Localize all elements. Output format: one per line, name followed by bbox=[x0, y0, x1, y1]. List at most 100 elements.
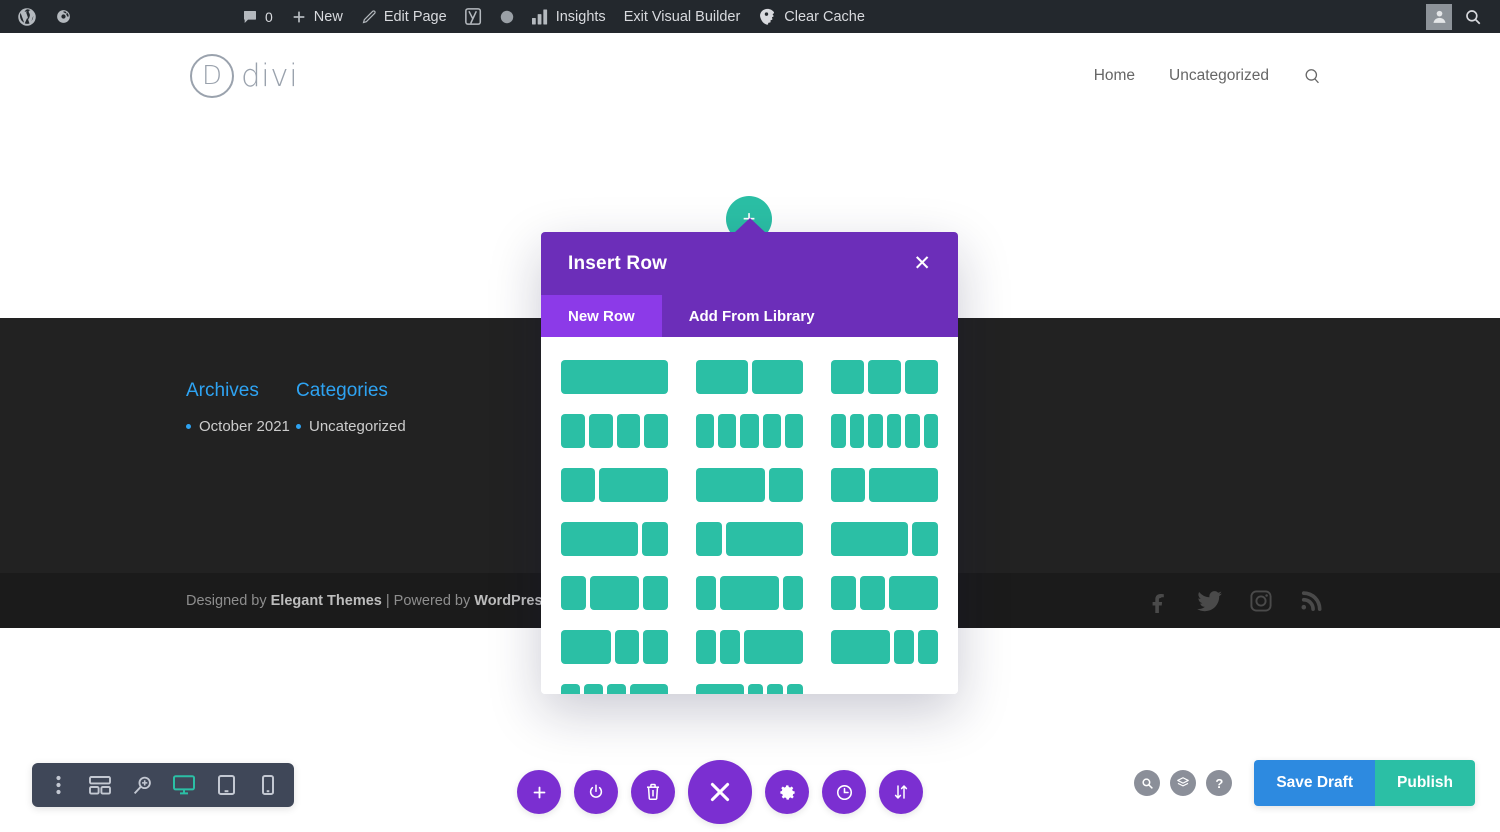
clear-cache-menu[interactable]: Clear Cache bbox=[749, 0, 874, 33]
layout-option-5-columns-equal[interactable] bbox=[696, 414, 804, 448]
publish-button[interactable]: Publish bbox=[1375, 760, 1475, 806]
logo-wordmark: divi bbox=[241, 58, 299, 94]
widget-archives-title[interactable]: Archives bbox=[186, 380, 296, 402]
credit-middle: | Powered by bbox=[381, 592, 475, 609]
phone-view-button[interactable] bbox=[248, 763, 288, 807]
layout-column bbox=[642, 522, 668, 556]
rss-icon[interactable] bbox=[1299, 589, 1322, 613]
tablet-view-button[interactable] bbox=[206, 763, 246, 807]
tab-new-row[interactable]: New Row bbox=[541, 295, 662, 337]
page-settings-button[interactable] bbox=[765, 770, 809, 814]
layout-option-3-columns-equal[interactable] bbox=[831, 360, 938, 394]
layout-column bbox=[643, 576, 668, 610]
layout-option-one-third-two-third[interactable] bbox=[561, 468, 668, 502]
layout-option-three-fourth-one-fourth-b[interactable] bbox=[831, 522, 938, 556]
layout-column bbox=[751, 360, 803, 394]
more-options-button[interactable] bbox=[38, 763, 78, 807]
bar-chart-icon bbox=[531, 8, 549, 25]
layout-option-1-column[interactable] bbox=[561, 360, 668, 394]
column-layout-grid bbox=[561, 360, 938, 694]
tab-add-from-library[interactable]: Add From Library bbox=[662, 295, 842, 337]
layout-option-one-fifth-one-fifth-three-fifth[interactable] bbox=[696, 630, 803, 664]
close-x-icon bbox=[706, 778, 734, 806]
layout-option-one-fourth-half-one-fourth[interactable] bbox=[561, 576, 668, 610]
wp-logo-menu[interactable] bbox=[8, 0, 46, 33]
layout-option-2-columns-equal[interactable] bbox=[696, 360, 803, 394]
site-logo[interactable]: D divi bbox=[190, 54, 298, 98]
widget-categories-title[interactable]: Categories bbox=[296, 380, 406, 402]
layout-column bbox=[584, 684, 603, 694]
seo-status-menu[interactable] bbox=[491, 0, 523, 33]
layout-column bbox=[868, 360, 901, 394]
layout-option-three-fifth-one-fifth-one-fifth[interactable] bbox=[831, 630, 938, 664]
edit-page-menu[interactable]: Edit Page bbox=[352, 0, 456, 33]
footer-widget-columns: Archives October 2021 Categories Uncateg… bbox=[186, 380, 406, 440]
twitter-icon[interactable] bbox=[1197, 589, 1223, 613]
close-icon[interactable]: ✕ bbox=[913, 253, 931, 274]
editing-history-button[interactable] bbox=[822, 770, 866, 814]
layout-option-three-fourth-one-fourth[interactable] bbox=[561, 522, 668, 556]
widget-archives: Archives October 2021 bbox=[186, 380, 296, 440]
layout-option-4-columns-equal[interactable] bbox=[561, 414, 668, 448]
builder-right-toolbar: ? Save Draft Publish bbox=[1134, 760, 1475, 806]
layout-option-two-third-one-third[interactable] bbox=[696, 468, 803, 502]
layout-option-one-fourth-three-fourth[interactable] bbox=[831, 468, 938, 502]
layout-option-one-fifth-three-fifth-one-fifth[interactable] bbox=[696, 576, 803, 610]
layout-column bbox=[599, 468, 668, 502]
exit-visual-builder-menu[interactable]: Exit Visual Builder bbox=[615, 0, 750, 33]
insights-menu[interactable]: Insights bbox=[523, 0, 615, 33]
layout-option-6-columns-equal[interactable] bbox=[831, 414, 938, 448]
wireframe-view-button[interactable] bbox=[80, 763, 120, 807]
new-content-menu[interactable]: New bbox=[282, 0, 352, 33]
search-modules-button[interactable] bbox=[1134, 770, 1161, 796]
logo-letter: D bbox=[190, 54, 234, 98]
nav-item-home[interactable]: Home bbox=[1094, 67, 1135, 85]
power-icon bbox=[587, 783, 605, 801]
layout-column bbox=[831, 630, 891, 664]
layout-column bbox=[719, 630, 740, 664]
instagram-icon[interactable] bbox=[1249, 589, 1273, 613]
layout-option-half-quarter-quarter-quarter[interactable] bbox=[696, 684, 803, 694]
user-avatar-icon[interactable] bbox=[1426, 3, 1452, 30]
desktop-view-button[interactable] bbox=[164, 763, 204, 807]
clear-layout-button[interactable] bbox=[631, 770, 675, 814]
layout-option-half-one-fourth-one-fourth[interactable] bbox=[561, 630, 668, 664]
credit-brand-wordpress[interactable]: WordPress bbox=[474, 593, 550, 609]
facebook-icon[interactable] bbox=[1147, 589, 1171, 613]
site-dashboard-menu[interactable] bbox=[46, 0, 81, 33]
wordpress-icon bbox=[17, 7, 37, 27]
widget-categories-item-0: Uncategorized bbox=[309, 418, 406, 435]
list-item[interactable]: October 2021 bbox=[186, 414, 296, 440]
view-mode-toolbar bbox=[32, 763, 294, 807]
layout-column bbox=[831, 576, 856, 610]
layout-column bbox=[831, 468, 866, 502]
add-section-button[interactable] bbox=[517, 770, 561, 814]
zoom-view-button[interactable] bbox=[122, 763, 162, 807]
list-item[interactable]: Uncategorized bbox=[296, 414, 406, 440]
layout-column bbox=[868, 414, 883, 448]
layout-option-one-fourth-three-fourth-b[interactable] bbox=[696, 522, 803, 556]
save-to-library-button[interactable] bbox=[574, 770, 618, 814]
exit-visual-builder-label: Exit Visual Builder bbox=[623, 8, 741, 25]
save-draft-button[interactable]: Save Draft bbox=[1254, 760, 1376, 806]
credit-brand-elegant-themes[interactable]: Elegant Themes bbox=[271, 593, 382, 609]
layout-option-one-fourth-one-fourth-half[interactable] bbox=[831, 576, 938, 610]
layout-option-quarter-quarter-quarter-half[interactable] bbox=[561, 684, 668, 694]
phone-icon bbox=[262, 775, 274, 795]
layout-column bbox=[831, 414, 846, 448]
portability-button[interactable] bbox=[879, 770, 923, 814]
layout-column bbox=[561, 684, 580, 694]
layers-view-button[interactable] bbox=[1170, 770, 1197, 796]
help-button[interactable]: ? bbox=[1206, 770, 1233, 796]
wp-admin-bar: 0 New Edit Page Insights Exit Visual Bui… bbox=[0, 0, 1500, 33]
gear-icon bbox=[778, 783, 797, 802]
yoast-seo-menu[interactable] bbox=[456, 0, 491, 33]
admin-search-icon[interactable] bbox=[1464, 8, 1482, 26]
search-icon[interactable] bbox=[1303, 67, 1322, 86]
comments-count: 0 bbox=[265, 8, 273, 25]
close-settings-menu-button[interactable] bbox=[688, 760, 752, 824]
widget-categories: Categories Uncategorized bbox=[296, 380, 406, 440]
layout-column bbox=[589, 576, 640, 610]
comments-menu[interactable]: 0 bbox=[233, 0, 282, 33]
nav-item-uncategorized[interactable]: Uncategorized bbox=[1169, 67, 1269, 85]
